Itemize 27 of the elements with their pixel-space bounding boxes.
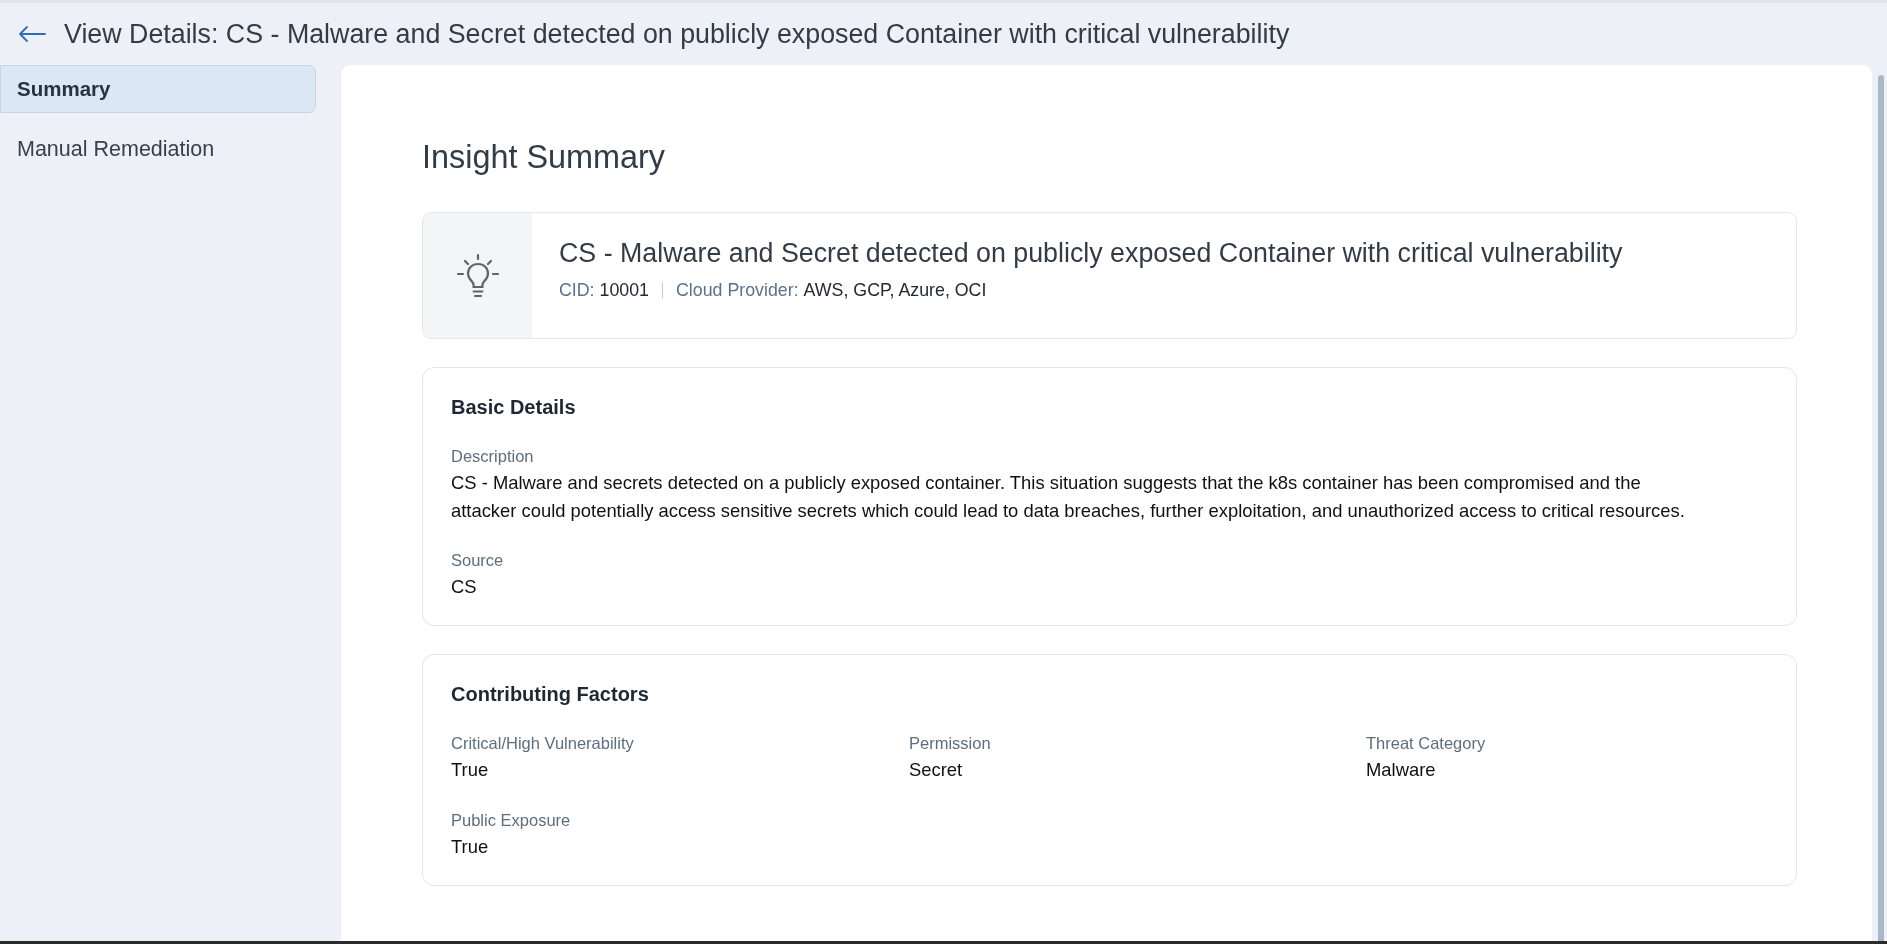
field-value: Secret [909,758,964,782]
page-title: View Details: CS - Malware and Secret detected on publicly exposed Container with critical vulnerability [64,18,1290,50]
field-label: Public Exposure [451,811,572,830]
field-label: Permission [909,734,992,753]
meta-value: AWS, GCP, Azure, OCI [803,280,987,301]
sidebar-item[interactable]: Summary [0,65,316,113]
field-value: True [451,758,490,782]
card-title: Basic Details [451,396,577,419]
lightbulb-icon [455,252,500,299]
field-label: Critical/High Vulnerability [451,734,635,753]
scrollbar[interactable] [1878,75,1884,941]
field-label: Description [451,447,535,466]
meta-label: CID: [559,280,595,301]
field-value: CS - Malware and secrets detected on a publicly exposed container. This situation suggests that the k8s container has been compromised and the attacker could potentially access sensitive secrets which could lead to data breaches, further exploitation, and unauthorized access to critical resources. [451,471,1686,523]
card-title: Contributing Factors [451,683,650,706]
back-button[interactable] [18,25,46,43]
field-value: True [451,835,490,859]
meta-value: 10001 [599,280,649,301]
insight-title: CS - Malware and Secret detected on publicly exposed Container with critical vulnerability [559,238,1623,269]
field-value: Malware [1366,758,1437,782]
meta-label: Cloud Provider: [676,280,799,301]
section-title: Insight Summary [422,139,666,176]
field-label: Threat Category [1366,734,1487,753]
back-arrow-icon [18,25,46,43]
field-label: Source [451,551,505,570]
field-value: CS [451,575,478,599]
sidebar-item[interactable]: Manual Remediation [0,125,316,173]
